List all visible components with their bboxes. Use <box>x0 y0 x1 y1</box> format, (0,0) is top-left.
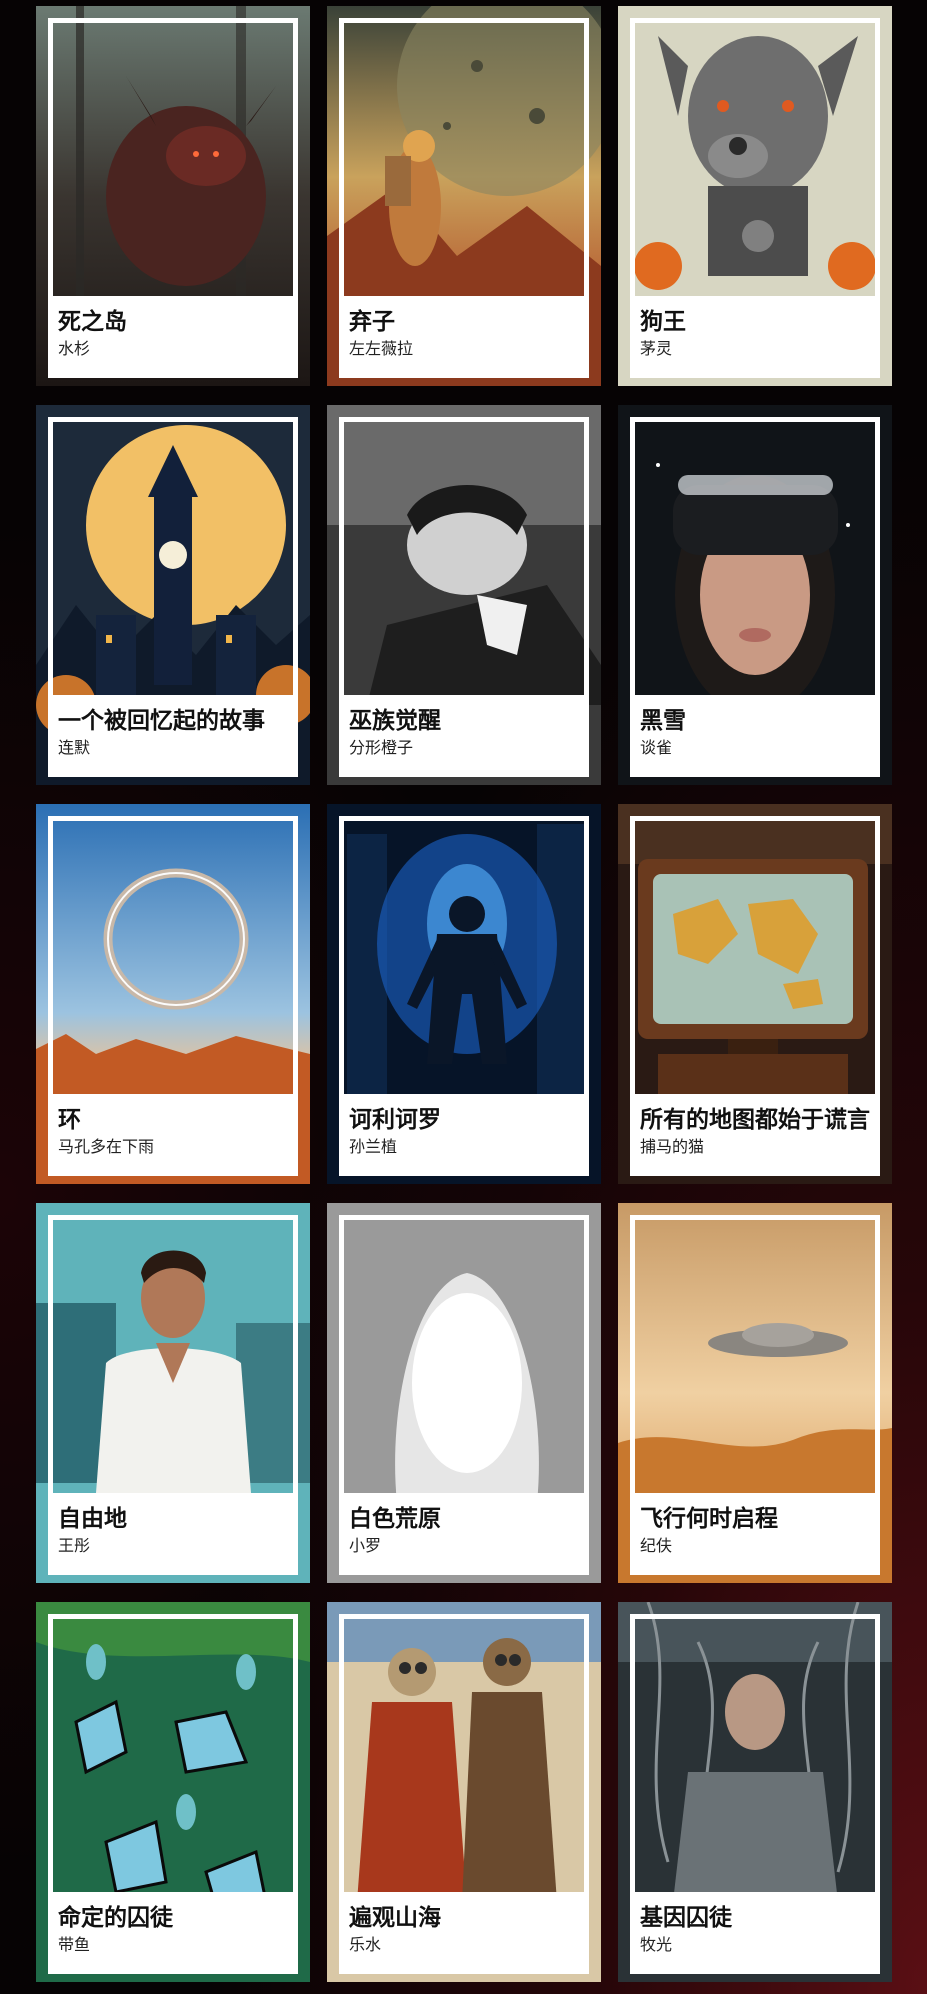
card-label: 弃子 左左薇拉 <box>339 296 589 378</box>
book-author: 纪伕 <box>640 1536 673 1555</box>
book-title: 狗王 <box>640 309 686 335</box>
book-author: 谈雀 <box>640 738 673 757</box>
book-author: 王彤 <box>58 1536 91 1555</box>
card-label: 巫族觉醒 分形橙子 <box>339 695 589 777</box>
card-label: 一个被回忆起的故事 连默 <box>48 695 298 777</box>
card-label: 黑雪 谈雀 <box>630 695 880 777</box>
card-label: 飞行何时启程 纪伕 <box>630 1493 880 1575</box>
card-label: 环 马孔多在下雨 <box>48 1094 298 1176</box>
card-label: 死之岛 水杉 <box>48 296 298 378</box>
book-title: 环 <box>58 1107 81 1133</box>
book-card[interactable]: 弃子 左左薇拉 <box>327 6 601 386</box>
book-title: 基因囚徒 <box>640 1905 732 1931</box>
book-author: 牧光 <box>640 1935 673 1954</box>
book-author: 马孔多在下雨 <box>58 1137 155 1156</box>
book-title: 飞行何时启程 <box>640 1506 778 1532</box>
book-author: 孙兰植 <box>349 1137 398 1156</box>
card-label: 基因囚徒 牧光 <box>630 1892 880 1974</box>
book-card[interactable]: 飞行何时启程 纪伕 <box>618 1203 892 1583</box>
book-card[interactable]: 死之岛 水杉 <box>36 6 310 386</box>
card-label: 所有的地图都始于谎言 捕马的猫 <box>630 1094 880 1176</box>
book-title: 巫族觉醒 <box>349 708 441 734</box>
book-card[interactable]: 所有的地图都始于谎言 捕马的猫 <box>618 804 892 1184</box>
book-grid: 死之岛 水杉 弃子 左左薇拉 狗王 茅灵 一个被回忆起的故事 连默 巫族觉醒 分… <box>36 6 892 1982</box>
book-title: 自由地 <box>58 1506 127 1532</box>
book-author: 乐水 <box>349 1935 382 1954</box>
book-author: 捕马的猫 <box>640 1137 705 1156</box>
book-card[interactable]: 黑雪 谈雀 <box>618 405 892 785</box>
book-title: 白色荒原 <box>349 1506 441 1532</box>
book-title: 一个被回忆起的故事 <box>58 708 265 734</box>
book-author: 带鱼 <box>58 1935 91 1954</box>
book-card[interactable]: 基因囚徒 牧光 <box>618 1602 892 1982</box>
book-card[interactable]: 白色荒原 小罗 <box>327 1203 601 1583</box>
card-label: 白色荒原 小罗 <box>339 1493 589 1575</box>
book-card[interactable]: 诃利诃罗 孙兰植 <box>327 804 601 1184</box>
book-card[interactable]: 一个被回忆起的故事 连默 <box>36 405 310 785</box>
book-title: 死之岛 <box>58 309 127 335</box>
book-author: 连默 <box>58 738 91 757</box>
book-author: 水杉 <box>58 339 91 358</box>
book-author: 茅灵 <box>640 339 673 358</box>
card-label: 遍观山海 乐水 <box>339 1892 589 1974</box>
book-card[interactable]: 巫族觉醒 分形橙子 <box>327 405 601 785</box>
book-card[interactable]: 遍观山海 乐水 <box>327 1602 601 1982</box>
book-card[interactable]: 命定的囚徒 带鱼 <box>36 1602 310 1982</box>
book-title: 诃利诃罗 <box>349 1107 441 1133</box>
book-author: 分形橙子 <box>349 738 414 757</box>
book-title: 命定的囚徒 <box>58 1905 173 1931</box>
card-label: 狗王 茅灵 <box>630 296 880 378</box>
book-title: 所有的地图都始于谎言 <box>640 1107 870 1133</box>
card-label: 自由地 王彤 <box>48 1493 298 1575</box>
book-card[interactable]: 自由地 王彤 <box>36 1203 310 1583</box>
book-title: 黑雪 <box>640 708 686 734</box>
card-label: 诃利诃罗 孙兰植 <box>339 1094 589 1176</box>
card-label: 命定的囚徒 带鱼 <box>48 1892 298 1974</box>
book-card[interactable]: 狗王 茅灵 <box>618 6 892 386</box>
book-title: 遍观山海 <box>349 1905 441 1931</box>
book-title: 弃子 <box>349 309 395 335</box>
book-author: 小罗 <box>349 1536 382 1555</box>
book-card[interactable]: 环 马孔多在下雨 <box>36 804 310 1184</box>
book-author: 左左薇拉 <box>349 339 414 358</box>
